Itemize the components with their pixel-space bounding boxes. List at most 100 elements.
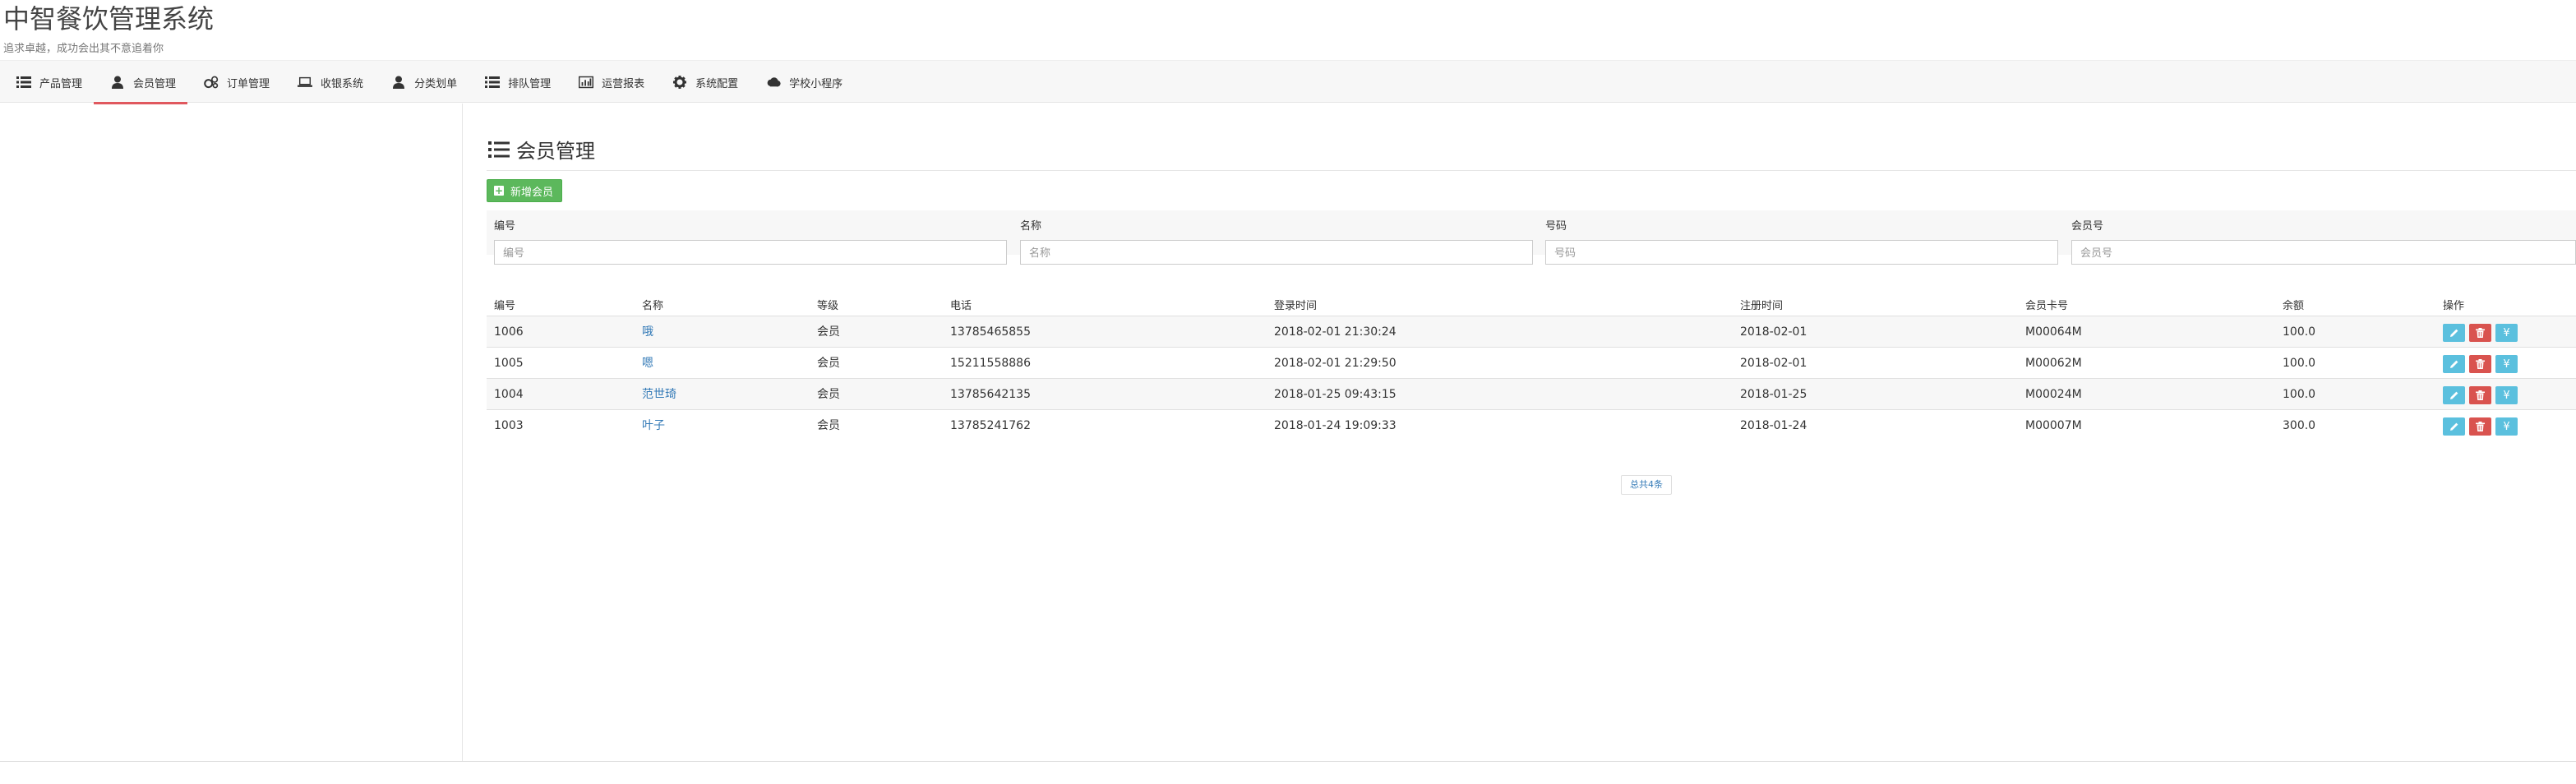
nav-label: 会员管理 [133, 77, 177, 90]
nav-item-products[interactable]: 产品管理 [0, 61, 94, 104]
column-header: 操作 [2443, 300, 2465, 312]
recharge-button[interactable]: ¥ [2495, 324, 2518, 342]
id-filter-input[interactable] [494, 240, 1007, 265]
row-actions: ¥ [2443, 355, 2518, 373]
recharge-button[interactable]: ¥ [2495, 386, 2518, 404]
list-icon [16, 75, 31, 90]
pagination-total[interactable]: 总共4条 [1621, 475, 1672, 495]
nav-item-reports[interactable]: 运营报表 [562, 61, 656, 104]
filter-label-id: 编号 [494, 220, 516, 233]
cell-card-no: M00024M [2025, 388, 2082, 401]
nav-label: 运营报表 [602, 77, 645, 90]
pencil-icon [2449, 391, 2458, 399]
cell-card-no: M00064M [2025, 325, 2082, 339]
nav-label: 分类划单 [414, 77, 458, 90]
yen-icon: ¥ [2503, 389, 2510, 402]
trash-icon [2476, 359, 2485, 369]
cell-balance: 100.0 [2283, 388, 2316, 401]
top-nav: 产品管理 会员管理 订单管理 收银系统 分类划单 排队管理 运营报表 系统配置 … [0, 60, 2576, 104]
edit-button[interactable] [2443, 324, 2465, 342]
delete-button[interactable] [2469, 324, 2491, 342]
cell-balance: 100.0 [2283, 357, 2316, 370]
nav-item-mini-program[interactable]: 学校小程序 [750, 61, 854, 104]
nav-item-category[interactable]: 分类划单 [375, 61, 469, 104]
add-member-button[interactable]: + 新增会员 [487, 179, 563, 202]
cell-register-date: 2018-02-01 [1740, 357, 1807, 370]
nav-label: 收银系统 [321, 77, 364, 90]
nav-item-orders[interactable]: 订单管理 [187, 61, 281, 104]
phone-filter-input[interactable] [1545, 240, 2058, 265]
delete-button[interactable] [2469, 355, 2491, 373]
member-name-link[interactable]: 哦 [642, 325, 653, 339]
cell-card-no: M00007M [2025, 419, 2082, 432]
cell-login-time: 2018-02-01 21:29:50 [1274, 357, 1396, 370]
column-header: 电话 [950, 300, 972, 312]
cell-login-time: 2018-01-25 09:43:15 [1274, 388, 1396, 401]
filter-panel: 编号 名称 号码 会员号 [487, 210, 2576, 265]
recharge-button[interactable]: ¥ [2495, 417, 2518, 436]
cell-name[interactable]: 范世琦 [642, 379, 676, 410]
nav-item-settings[interactable]: 系统配置 [656, 61, 750, 104]
column-header: 余额 [2283, 300, 2305, 312]
yen-icon: ¥ [2503, 357, 2510, 371]
table-row: 1006 哦 会员 13785465855 2018-02-01 21:30:2… [487, 316, 2576, 347]
gear-icon [672, 75, 687, 90]
member-name-link[interactable]: 范世琦 [642, 388, 676, 401]
cell-login-time: 2018-01-24 19:09:33 [1274, 419, 1396, 432]
cell-login-time: 2018-02-01 21:30:24 [1274, 325, 1396, 339]
trash-icon [2476, 422, 2485, 431]
nav-label: 排队管理 [508, 77, 552, 90]
column-header: 等级 [817, 300, 839, 312]
app-title: 中智餐饮管理系统 [3, 3, 215, 35]
cell-balance: 100.0 [2283, 325, 2316, 339]
cell-level: 会员 [817, 419, 840, 432]
list-icon [488, 141, 510, 159]
cell-register-date: 2018-01-25 [1740, 388, 1807, 401]
filter-label-name: 名称 [1020, 220, 1042, 233]
table-row: 1004 范世琦 会员 13785642135 2018-01-25 09:43… [487, 378, 2576, 409]
nav-item-queue[interactable]: 排队管理 [469, 61, 562, 104]
delete-button[interactable] [2469, 386, 2491, 404]
edit-button[interactable] [2443, 355, 2465, 373]
cell-name[interactable]: 嗯 [642, 348, 653, 379]
edit-button[interactable] [2443, 417, 2465, 436]
recharge-button[interactable]: ¥ [2495, 355, 2518, 373]
column-header: 会员卡号 [2025, 300, 2069, 312]
cell-level: 会员 [817, 357, 840, 370]
name-filter-input[interactable] [1020, 240, 1533, 265]
table-row: 1005 嗯 会员 15211558886 2018-02-01 21:29:5… [487, 347, 2576, 378]
cloud-icon [766, 75, 781, 90]
column-header: 编号 [494, 300, 516, 312]
member-name-link[interactable]: 嗯 [642, 357, 653, 370]
yen-icon: ¥ [2503, 420, 2510, 433]
add-member-label: 新增会员 [510, 186, 554, 199]
nav-item-cashier[interactable]: 收银系统 [281, 61, 375, 104]
cell-name[interactable]: 哦 [642, 316, 653, 348]
pencil-icon [2449, 422, 2458, 431]
pencil-icon [2449, 329, 2458, 337]
member-name-link[interactable]: 叶子 [642, 419, 665, 432]
yen-icon: ¥ [2503, 326, 2510, 339]
app-subtitle: 追求卓越，成功会出其不意追着你 [3, 43, 164, 55]
cell-name[interactable]: 叶子 [642, 410, 665, 441]
cell-register-date: 2018-02-01 [1740, 325, 1807, 339]
column-header: 注册时间 [1740, 300, 1784, 312]
cell-id: 1005 [494, 357, 524, 370]
pencil-icon [2449, 360, 2458, 368]
member-no-filter-input[interactable] [2071, 240, 2576, 265]
nav-label: 产品管理 [39, 77, 83, 90]
cell-balance: 300.0 [2283, 419, 2316, 432]
nav-label: 系统配置 [695, 77, 739, 90]
table-row: 1003 叶子 会员 13785241762 2018-01-24 19:09:… [487, 409, 2576, 440]
brand: 中智餐饮管理系统 追求卓越，成功会出其不意追着你 [3, 0, 214, 55]
nav-item-members[interactable]: 会员管理 [94, 61, 188, 104]
edit-button[interactable] [2443, 386, 2465, 404]
cell-id: 1003 [494, 419, 524, 432]
cogs-icon [204, 75, 219, 90]
nav-label: 订单管理 [227, 77, 270, 90]
plus-icon: + [494, 185, 504, 196]
filter-label-member-no: 会员号 [2071, 220, 2104, 233]
row-actions: ¥ [2443, 324, 2518, 342]
trash-icon [2476, 328, 2485, 338]
delete-button[interactable] [2469, 417, 2491, 436]
